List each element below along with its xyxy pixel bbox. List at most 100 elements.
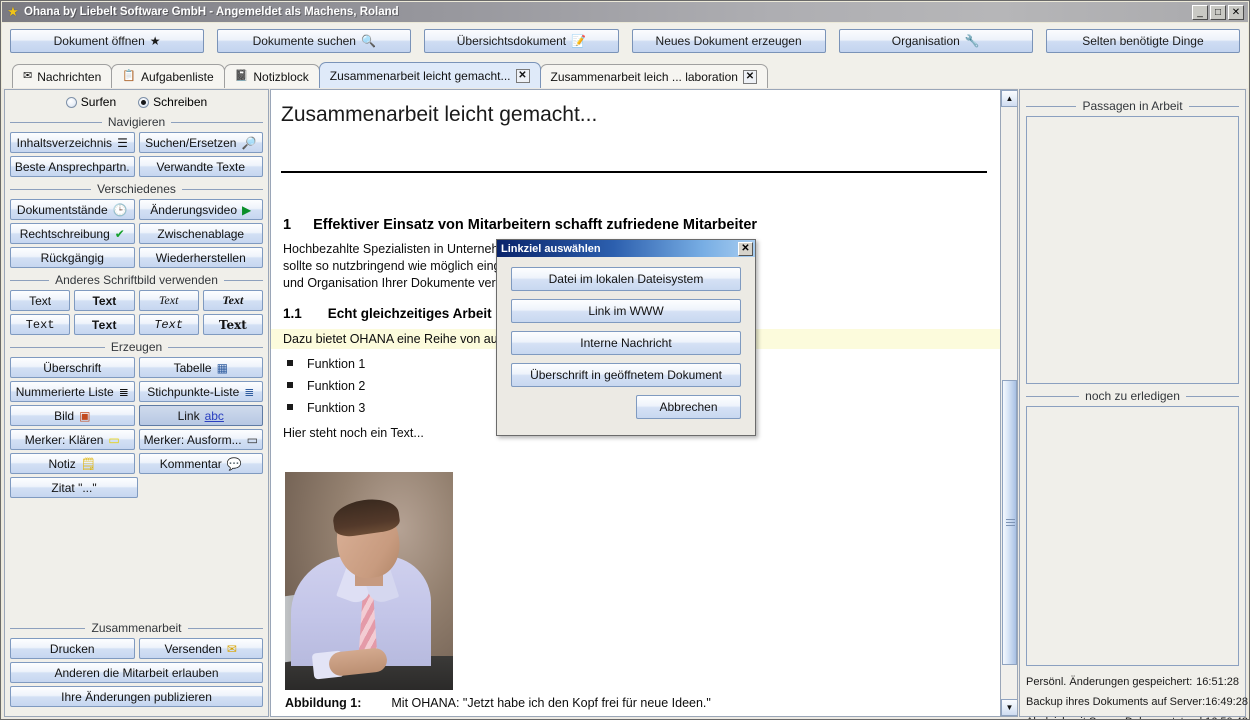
status-row: Backup ihres Dokuments auf Server: 16:49…: [1026, 692, 1248, 712]
button-label: Zwischenablage: [157, 226, 245, 241]
sidebar-button-anderen-mitarbeit-erlauben[interactable]: Anderen die Mitarbeit erlauben: [10, 662, 263, 683]
font-sample-label: Text: [158, 293, 179, 307]
button-label: Merker: Ausform...: [143, 432, 242, 447]
sidebar-button-inhaltsverzeichnis[interactable]: Inhaltsverzeichnis ☰: [10, 132, 135, 153]
toolbar-button-uebersichtsdokument[interactable]: Übersichtsdokument 📝: [424, 28, 619, 53]
group-title: Anderes Schriftbild verwenden: [55, 273, 218, 287]
status-value: 16:49:28: [1205, 696, 1248, 708]
magnifier-icon: 🔍: [360, 33, 376, 48]
font-style-button-2[interactable]: Text: [74, 290, 135, 311]
sidebar-button-rueckgaengig[interactable]: Rückgängig: [10, 247, 135, 268]
sidebar-button-zitat[interactable]: Zitat "...": [10, 477, 138, 498]
status-row: Persönl. Änderungen gespeichert: 16:51:2…: [1026, 672, 1239, 692]
dialog-button-interne-nachricht[interactable]: Interne Nachricht: [511, 331, 741, 355]
play-icon: ▶: [242, 202, 252, 217]
status-list: Persönl. Änderungen gespeichert: 16:51:2…: [1026, 672, 1248, 719]
sidebar-button-wiederherstellen[interactable]: Wiederherstellen: [138, 247, 263, 268]
sidebar-button-suchen-ersetzen[interactable]: Suchen/Ersetzen 🔎: [138, 132, 263, 153]
right-sidebar: Passagen in Arbeit noch zu erledigen Per…: [1019, 89, 1248, 719]
sidebar-button-rechtschreibung[interactable]: Rechtschreibung ✔: [10, 223, 135, 244]
sidebar-button-kommentar[interactable]: Kommentar 💬: [138, 453, 263, 474]
toolbar-label: Selten benötigte Dinge: [1082, 33, 1204, 48]
sidebar-button-bild[interactable]: Bild ▣: [10, 405, 135, 426]
sidebar-button-link[interactable]: Link abc: [138, 405, 263, 426]
radio-label: Surfen: [80, 95, 117, 109]
button-label: Versenden: [164, 641, 222, 656]
font-style-button-6[interactable]: Text: [74, 314, 135, 335]
tab-zusammenarbeit-leicht-gemacht[interactable]: Zusammenarbeit leicht gemacht... ✕: [318, 62, 541, 88]
sidebar-button-dokumentstaende[interactable]: Dokumentstände 🕒: [10, 199, 135, 220]
close-button[interactable]: ✕: [1228, 5, 1244, 20]
button-label: Rechtschreibung: [19, 226, 110, 241]
radio-surfen[interactable]: Surfen: [65, 95, 117, 109]
group-title: Verschiedenes: [97, 182, 176, 196]
sidebar-row: Text Text Text Text: [10, 290, 263, 311]
status-value: 16:51:28: [1196, 676, 1239, 688]
window-title: Ohana by Liebelt Software GmbH - Angemel…: [24, 6, 399, 18]
sidebar-button-merker-klaeren[interactable]: Merker: Klären ▭: [10, 429, 135, 450]
spellcheck-icon: ✔: [114, 226, 125, 241]
sidebar-button-beste-ansprechpartner[interactable]: Beste Ansprechpartn.: [10, 156, 135, 177]
list-item-label: Funktion 2: [307, 379, 366, 394]
sidebar-button-merker-ausformulieren[interactable]: Merker: Ausform... ▭: [138, 429, 263, 450]
toolbar-button-organisation[interactable]: Organisation 🔧: [838, 28, 1033, 53]
noch-zu-erledigen-list[interactable]: [1026, 406, 1239, 666]
scroll-up-arrow-icon[interactable]: ▲: [1001, 90, 1017, 107]
sidebar-button-verwandte-texte[interactable]: Verwandte Texte: [138, 156, 263, 177]
button-label: Link: [177, 408, 200, 423]
toolbar-button-dokumente-suchen[interactable]: Dokumente suchen 🔍: [217, 28, 412, 53]
font-style-button-4[interactable]: Text: [202, 290, 263, 311]
dialog-button-ueberschrift-in-geoeffnetem-dokument[interactable]: Überschrift in geöffnetem Dokument: [511, 363, 741, 387]
sidebar-button-aenderungen-publizieren[interactable]: Ihre Änderungen publizieren: [10, 686, 263, 707]
table-icon: ▦: [216, 360, 228, 375]
sidebar-button-zwischenablage[interactable]: Zwischenablage: [138, 223, 263, 244]
font-style-button-1[interactable]: Text: [10, 290, 71, 311]
left-sidebar: Surfen Schreiben Navigieren Inhaltsverze…: [4, 89, 269, 717]
sidebar-row: Rechtschreibung ✔ Zwischenablage: [10, 223, 263, 244]
button-label: Ihre Änderungen publizieren: [61, 689, 212, 704]
sidebar-button-stichpunkte-liste[interactable]: Stichpunkte-Liste ≣: [138, 381, 263, 402]
magnifier-page-icon: 🔎: [241, 135, 257, 150]
toolbar-button-selten-benoetigte-dinge[interactable]: Selten benötigte Dinge: [1045, 28, 1241, 53]
button-label: Suchen/Ersetzen: [145, 135, 237, 150]
font-sample-label: Text: [25, 317, 55, 332]
button-label: Änderungsvideo: [150, 202, 237, 217]
tab-notizblock[interactable]: 📓 Notizblock: [223, 64, 320, 88]
scroll-down-arrow-icon[interactable]: ▼: [1001, 699, 1017, 716]
dialog-close-button[interactable]: ✕: [738, 241, 753, 256]
group-title: Passagen in Arbeit: [1082, 99, 1183, 113]
sidebar-row: Notiz 🗒 Kommentar 💬: [10, 453, 263, 474]
tab-aufgabenliste[interactable]: 📋 Aufgabenliste: [111, 64, 225, 88]
font-style-button-8[interactable]: Text: [202, 314, 263, 335]
sidebar-button-ueberschrift[interactable]: Überschrift: [10, 357, 135, 378]
dialog-cancel-button[interactable]: Abbrechen: [636, 395, 741, 419]
maximize-button[interactable]: □: [1210, 5, 1226, 20]
scrollbar-thumb[interactable]: [1002, 380, 1017, 665]
tab-label: Aufgabenliste: [140, 69, 214, 84]
tab-close-icon[interactable]: ✕: [742, 69, 757, 84]
sidebar-button-notiz[interactable]: Notiz 🗒: [10, 453, 135, 474]
sidebar-button-aenderungsvideo[interactable]: Änderungsvideo ▶: [138, 199, 263, 220]
radio-schreiben[interactable]: Schreiben: [138, 95, 207, 109]
toolbar-button-neues-dokument-erzeugen[interactable]: Neues Dokument erzeugen: [631, 28, 826, 53]
font-style-button-7[interactable]: Text: [138, 314, 199, 335]
dialog-button-link-im-www[interactable]: Link im WWW: [511, 299, 741, 323]
toolbar-button-dokument-oeffnen[interactable]: Dokument öffnen ★: [10, 28, 205, 53]
font-style-button-3[interactable]: Text: [138, 290, 199, 311]
toolbar-label: Dokumente suchen: [252, 33, 356, 48]
heading-text: Effektiver Einsatz von Mitarbeitern scha…: [313, 217, 758, 234]
tab-nachrichten[interactable]: ✉ Nachrichten: [12, 64, 113, 88]
sidebar-button-nummerierte-liste[interactable]: Nummerierte Liste ≣: [10, 381, 135, 402]
tab-zusammenarbeit-collaboration[interactable]: Zusammenarbeit leich ... laboration ✕: [539, 64, 768, 88]
passagen-in-arbeit-list[interactable]: [1026, 116, 1239, 384]
font-style-button-5[interactable]: Text: [10, 314, 71, 335]
tab-close-icon[interactable]: ✕: [515, 68, 530, 83]
document-vertical-scrollbar[interactable]: ▲ ▼: [1000, 90, 1017, 716]
sidebar-button-tabelle[interactable]: Tabelle ▦: [138, 357, 263, 378]
sidebar-button-drucken[interactable]: Drucken: [10, 638, 135, 659]
radio-label: Schreiben: [153, 95, 208, 109]
sidebar-button-versenden[interactable]: Versenden ✉: [138, 638, 263, 659]
dialog-button-datei-im-lokalen-dateisystem[interactable]: Datei im lokalen Dateisystem: [511, 267, 741, 291]
minimize-button[interactable]: _: [1192, 5, 1208, 20]
font-sample-label: Text: [29, 293, 52, 308]
